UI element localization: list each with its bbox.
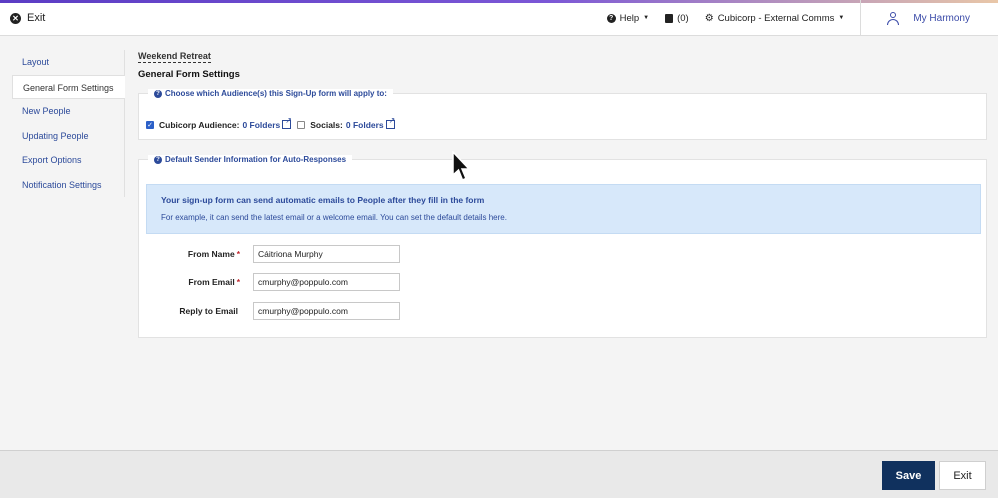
user-icon xyxy=(887,11,900,25)
notes-button[interactable]: (0) xyxy=(665,13,689,24)
audience-panel: ? Choose which Audience(s) this Sign-Up … xyxy=(138,89,987,140)
notes-count: (0) xyxy=(677,12,689,24)
org-menu[interactable]: ⚙ Cubicorp - External Comms ▼ xyxy=(705,13,845,24)
exit-top-button[interactable]: ✕ Exit xyxy=(10,12,45,24)
from-email-row: From Email * xyxy=(139,273,400,291)
socials-checkbox[interactable] xyxy=(297,121,306,129)
chevron-down-icon: ▼ xyxy=(643,15,650,21)
save-button[interactable]: Save xyxy=(882,461,935,490)
help-menu[interactable]: ? Help ▼ xyxy=(606,12,650,24)
reply-email-row: Reply to Email xyxy=(139,302,400,320)
page-title: General Form Settings xyxy=(138,69,240,80)
from-name-input[interactable] xyxy=(253,245,400,263)
exit-button[interactable]: Exit xyxy=(939,461,986,490)
audience-options: ✓ Cubicorp Audience: 0 Folders Socials: … xyxy=(146,116,401,130)
mouse-pointer-icon xyxy=(452,151,471,181)
cubicorp-audience-label: Cubicorp Audience: xyxy=(159,120,240,130)
org-label: Cubicorp - External Comms xyxy=(717,12,835,24)
from-name-row: From Name * xyxy=(139,245,400,263)
chevron-down-icon: ▼ xyxy=(838,15,845,21)
question-icon: ? xyxy=(154,155,162,164)
cubicorp-audience-checkbox[interactable]: ✓ xyxy=(146,121,154,129)
my-harmony-label: My Harmony xyxy=(913,12,970,24)
reply-email-input[interactable] xyxy=(253,302,400,320)
settings-sidebar: Layout General Form Settings New People … xyxy=(12,50,125,197)
from-email-input[interactable] xyxy=(253,273,400,291)
question-icon: ? xyxy=(154,89,162,98)
notes-icon xyxy=(665,13,674,23)
sender-info-box: Your sign-up form can send automatic ema… xyxy=(146,184,981,234)
info-text: For example, it can send the latest emai… xyxy=(161,213,507,222)
reply-email-label: Reply to Email xyxy=(179,306,238,316)
socials-folders-link[interactable]: 0 Folders xyxy=(346,120,384,130)
my-harmony-button[interactable]: My Harmony xyxy=(860,0,998,36)
help-label: Help xyxy=(619,12,640,24)
top-right-menu: ? Help ▼ (0) ⚙ Cubicorp - External Comms… xyxy=(606,0,998,36)
sidebar-item-layout[interactable]: Layout xyxy=(12,50,124,75)
help-icon: ? xyxy=(606,13,616,23)
from-email-label: From Email * xyxy=(188,277,240,287)
sidebar-item-notification-settings[interactable]: Notification Settings xyxy=(12,173,124,198)
gear-icon: ⚙ xyxy=(704,12,714,24)
from-name-label: From Name * xyxy=(187,249,240,259)
breadcrumb[interactable]: Weekend Retreat xyxy=(138,51,211,63)
external-link-icon[interactable] xyxy=(385,116,395,129)
close-circle-icon: ✕ xyxy=(10,12,21,24)
sidebar-item-new-people[interactable]: New People xyxy=(12,99,124,124)
audience-legend: ? Choose which Audience(s) this Sign-Up … xyxy=(148,89,393,98)
footer-bar: Save Exit xyxy=(0,450,998,498)
sidebar-item-export-options[interactable]: Export Options xyxy=(12,148,124,173)
external-link-icon[interactable] xyxy=(282,116,292,129)
sender-panel: ? Default Sender Information for Auto-Re… xyxy=(138,155,987,338)
sender-legend: ? Default Sender Information for Auto-Re… xyxy=(148,155,353,164)
exit-top-label: Exit xyxy=(27,12,46,24)
sender-legend-text: Default Sender Information for Auto-Resp… xyxy=(165,155,347,164)
top-bar: ✕ Exit ? Help ▼ (0) ⚙ Cubicorp - Externa… xyxy=(0,0,998,36)
info-title: Your sign-up form can send automatic ema… xyxy=(161,195,485,205)
audience-legend-text: Choose which Audience(s) this Sign-Up fo… xyxy=(165,89,387,98)
cubicorp-folders-link[interactable]: 0 Folders xyxy=(242,120,280,130)
socials-label: Socials: xyxy=(310,120,343,130)
sidebar-item-general-form-settings[interactable]: General Form Settings xyxy=(12,74,125,99)
sidebar-item-updating-people[interactable]: Updating People xyxy=(12,124,124,149)
